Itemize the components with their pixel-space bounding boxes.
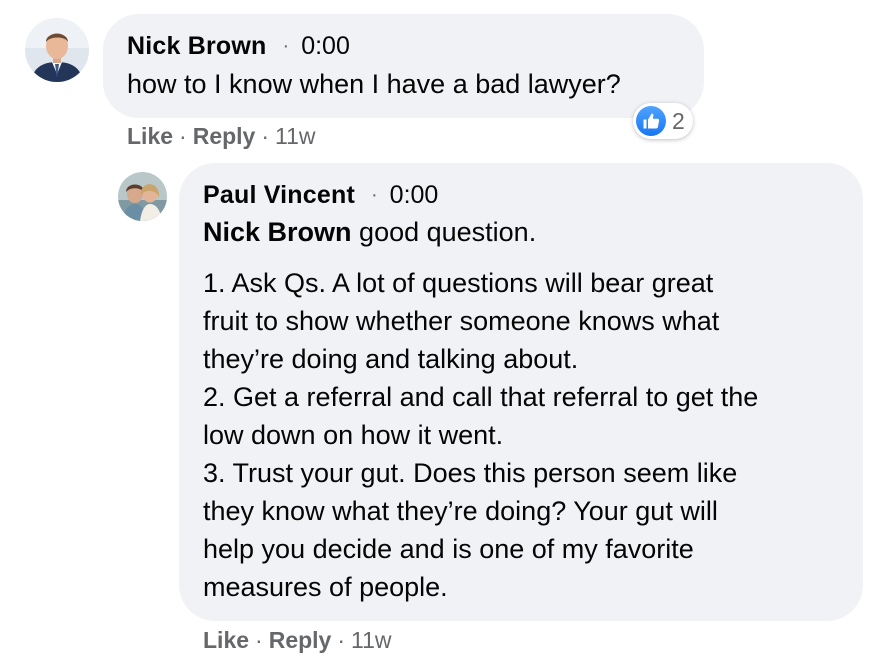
avatar-paul-vincent[interactable]	[118, 172, 167, 221]
reply-line: 2. Get a referral and call that referral…	[203, 382, 759, 412]
reply-line: they’re doing and talking about.	[203, 344, 579, 374]
reply-bubble: Paul Vincent · 0:00 Nick Brown good ques…	[179, 163, 863, 621]
reply-button[interactable]: Reply	[193, 123, 256, 149]
reply-author[interactable]: Paul Vincent	[203, 181, 355, 210]
reply-age[interactable]: 11w	[351, 627, 392, 653]
reply-header: Paul Vincent · 0:00	[203, 181, 438, 210]
reply-timestamp[interactable]: 0:00	[390, 181, 439, 210]
reply-button[interactable]: Reply	[269, 627, 332, 653]
reply-line: 1. Ask Qs. A lot of questions will bear …	[203, 268, 714, 298]
like-button[interactable]: Like	[203, 627, 249, 653]
person-photo-icon	[25, 18, 89, 82]
separator-dot: ·	[261, 123, 270, 149]
comment-header: Nick Brown · 0:00	[127, 32, 350, 61]
avatar-nick-brown[interactable]	[25, 18, 89, 82]
separator-dot: ·	[371, 184, 378, 206]
like-reaction-icon	[636, 106, 666, 136]
separator-dot: ·	[179, 123, 187, 149]
reply-line: help you decide and is one of my favorit…	[203, 534, 694, 564]
reply-line: measures of people.	[203, 572, 448, 602]
reply-actions: Like · Reply · 11w	[203, 627, 392, 654]
reaction-count: 2	[672, 107, 685, 134]
reply-intro-text: good question.	[359, 217, 537, 247]
comment-timestamp[interactable]: 0:00	[301, 32, 350, 61]
comment-text: how to I know when I have a bad lawyer?	[127, 69, 621, 99]
mention-link[interactable]: Nick Brown	[203, 217, 352, 247]
comment-bubble: Nick Brown · 0:00 how to I know when I h…	[103, 14, 704, 118]
separator-dot: ·	[255, 627, 263, 653]
separator-dot: ·	[337, 627, 346, 653]
reply-line: they know what they’re doing? Your gut w…	[203, 496, 718, 526]
reply-line: 3. Trust your gut. Does this person seem…	[203, 458, 738, 488]
reply-first-line: Nick Brown good question.	[203, 213, 536, 251]
comment-author[interactable]: Nick Brown	[127, 32, 267, 61]
comment-actions: Like · Reply · 11w	[127, 123, 316, 150]
couple-photo-icon	[118, 172, 167, 221]
separator-dot: ·	[282, 35, 290, 57]
like-button[interactable]: Like	[127, 123, 173, 149]
reply-line: low down on how it went.	[203, 420, 504, 450]
reply-line: fruit to show whether someone knows what	[203, 306, 720, 336]
comment-age[interactable]: 11w	[275, 123, 316, 149]
reaction-summary[interactable]: 2	[633, 103, 693, 139]
reply-body: 1. Ask Qs. A lot of questions will bear …	[203, 264, 758, 606]
